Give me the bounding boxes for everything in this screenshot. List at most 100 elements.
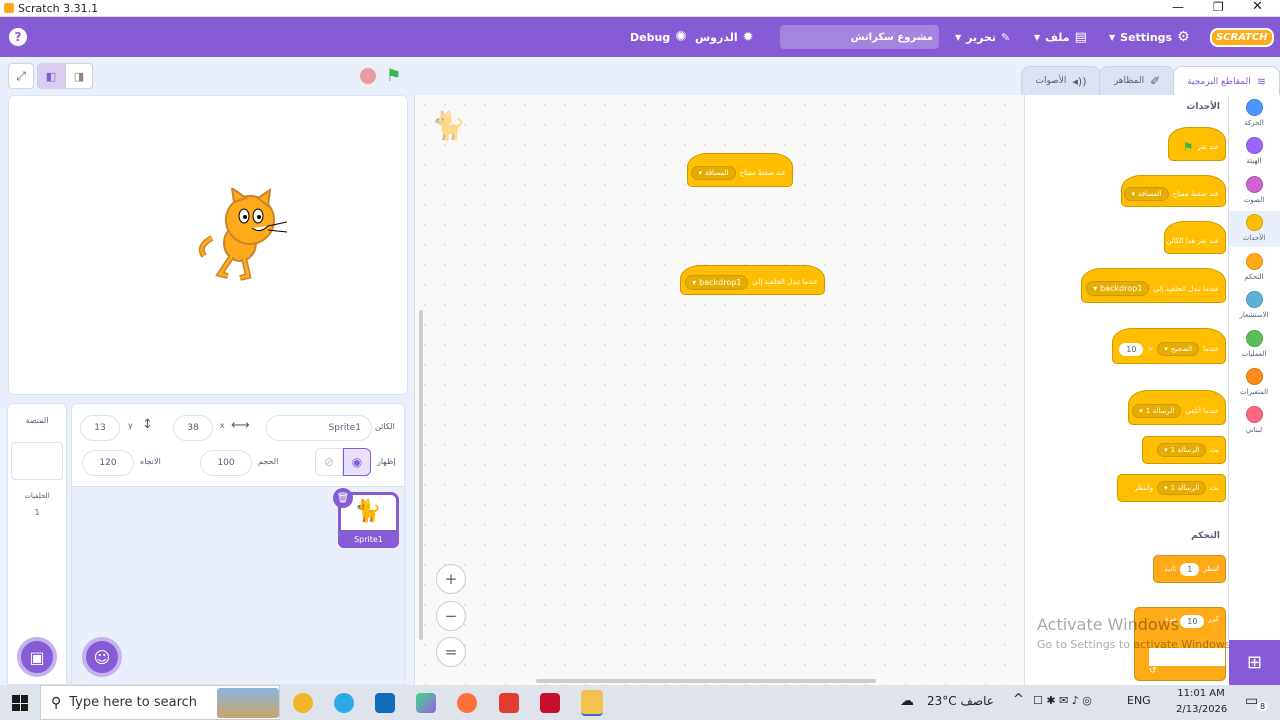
palette-broadcast-wait-block[interactable]: بث ▾ الرسالة 1 وانتظر xyxy=(1117,474,1226,502)
vertical-scrollbar[interactable] xyxy=(419,310,423,640)
repeat-label: كرر xyxy=(1208,615,1219,623)
fullscreen-button[interactable]: ⤢ xyxy=(8,63,34,89)
workspace-when-backdrop-block[interactable]: عندما تبدل الخلفية إلى ▾ backdrop1 xyxy=(680,265,825,295)
stop-button[interactable] xyxy=(360,68,376,84)
chevron-down-icon: ▼ xyxy=(955,32,962,42)
workspace-backdrop-dropdown[interactable]: ▾ backdrop1 xyxy=(685,274,749,290)
autocad-icon[interactable] xyxy=(540,693,560,713)
choose-sprite-button[interactable]: ☺ xyxy=(82,637,122,677)
cat-sprite-icon[interactable] xyxy=(192,188,288,283)
scratch-logo[interactable]: SCRATCH xyxy=(1210,17,1274,57)
chevron-down-icon: ▾ xyxy=(1164,345,1168,353)
zoom-in-button[interactable]: + xyxy=(436,564,466,594)
category-label: الحركة xyxy=(1244,119,1264,127)
help-button[interactable]: ? xyxy=(9,17,27,57)
palette-broadcast-block[interactable]: بث ▾ الرسالة 1 xyxy=(1142,436,1226,464)
category-2[interactable]: الصوت xyxy=(1228,176,1280,204)
close-icon[interactable]: ✕ xyxy=(1252,0,1263,14)
file-menu[interactable]: ▼ ملف ▤ xyxy=(1034,17,1087,57)
category-4[interactable]: التحكم xyxy=(1228,253,1280,281)
workspace-key-dropdown[interactable]: ▾ المسافة xyxy=(691,166,736,180)
category-3[interactable]: الأحداث xyxy=(1228,214,1280,242)
zoom-out-button[interactable]: − xyxy=(436,601,466,631)
firefox-icon[interactable] xyxy=(457,693,477,713)
tab-costumes[interactable]: المظاهر ✐ xyxy=(1099,66,1175,95)
language-indicator[interactable]: ENG xyxy=(1127,694,1151,707)
palette-when-sprite-clicked-block[interactable]: عند نقر هذا الكائن xyxy=(1164,221,1226,254)
tab-sounds[interactable]: الأصوات ◂)) xyxy=(1021,66,1101,95)
key-dropdown[interactable]: ▾ المسافة xyxy=(1124,187,1169,201)
taskbar-search-box[interactable]: ⚲ Type here to search xyxy=(40,685,280,720)
choose-backdrop-button[interactable]: ▣ xyxy=(17,637,57,677)
zoom-reset-button[interactable]: = xyxy=(436,637,466,667)
events-heading: الأحداث xyxy=(1186,102,1220,112)
expand-icon: ⤢ xyxy=(16,68,26,83)
outlook-icon[interactable] xyxy=(375,693,395,713)
debug-button[interactable]: Debug ✺ xyxy=(630,17,687,57)
direction-input[interactable]: 120 xyxy=(82,450,134,476)
palette-when-greater-block[interactable]: عندما ▾ الضجيج > 10 xyxy=(1112,328,1226,364)
delete-sprite-button[interactable]: 🗑 xyxy=(333,488,353,508)
hide-button[interactable]: ⊘ xyxy=(315,448,343,476)
category-label: الهيئة xyxy=(1246,157,1262,165)
tray-icons[interactable]: ☐ ✱ ✉ ♪ ◎ xyxy=(1033,694,1092,707)
settings-menu[interactable]: ▼ Settings ⚙ xyxy=(1109,17,1190,57)
clock-date[interactable]: 2/13/2026 xyxy=(1176,704,1227,715)
backdrop-dropdown[interactable]: ▾ backdrop1 xyxy=(1086,281,1150,296)
show-visible-button[interactable]: ◉ xyxy=(343,448,371,476)
scratch-taskbar-icon[interactable] xyxy=(581,690,603,716)
workspace-when-key-block[interactable]: عند ضغط مفتاح ▾ المسافة xyxy=(687,153,793,187)
category-0[interactable]: الحركة xyxy=(1228,99,1280,127)
broadcast-wait-dropdown[interactable]: ▾ الرسالة 1 xyxy=(1157,481,1207,495)
edit-menu[interactable]: ▼ تحرير ✎ xyxy=(955,17,1010,57)
category-6[interactable]: العمليات xyxy=(1228,330,1280,358)
stage-canvas[interactable] xyxy=(8,95,408,395)
category-label: الاستشعار xyxy=(1239,311,1269,319)
code-icon: ≋ xyxy=(1256,75,1266,88)
broadcast-message-dropdown[interactable]: ▾ الرسالة 1 xyxy=(1157,443,1207,457)
clock-time[interactable]: 11:01 AM xyxy=(1176,688,1226,699)
receive-message-dropdown[interactable]: ▾ الرسالة 1 xyxy=(1132,403,1182,418)
windows-start-icon[interactable] xyxy=(12,695,28,711)
extension-button[interactable]: ⊞ xyxy=(1229,640,1280,685)
copilot-icon[interactable] xyxy=(416,693,436,713)
weather-text[interactable]: 23°C عاصف xyxy=(927,694,994,708)
repeat-value-input[interactable]: 10 xyxy=(1180,615,1205,628)
palette-when-key-block[interactable]: عند ضغط مفتاح ▾ المسافة xyxy=(1121,175,1226,207)
tray-chevron-icon[interactable]: ^ xyxy=(1013,692,1024,707)
palette-when-flag-block[interactable]: عند نقر ⚑ xyxy=(1168,127,1226,161)
tab-code[interactable]: المقاطع البرمجية ≋ xyxy=(1173,66,1280,96)
green-flag-button[interactable]: ⚑ xyxy=(386,66,401,86)
category-7[interactable]: المتغيرات xyxy=(1228,368,1280,396)
sprite-name-input[interactable]: Sprite1 xyxy=(266,415,372,441)
greater-value-input[interactable]: 10 xyxy=(1119,342,1144,356)
palette-when-receive-block[interactable]: عندما أتلقى ▾ الرسالة 1 xyxy=(1128,390,1226,425)
x-input[interactable]: 38 xyxy=(173,415,213,441)
size-input[interactable]: 100 xyxy=(200,450,252,476)
telegram-icon[interactable] xyxy=(334,693,354,713)
when-receive-label: عندما أتلقى xyxy=(1185,406,1219,415)
code-workspace[interactable]: 🐈 عند ضغط مفتاح ▾ المسافة عندما تبدل الخل… xyxy=(414,95,1030,685)
chevron-down-icon: ▾ xyxy=(692,277,697,287)
project-title-input[interactable]: مشروع سكراتش xyxy=(780,25,939,49)
category-5[interactable]: الاستشعار xyxy=(1228,291,1280,319)
backdrops-count: 1 xyxy=(34,508,40,517)
small-stage-button[interactable]: ◧ xyxy=(37,63,65,89)
stage-thumbnail[interactable] xyxy=(11,442,63,480)
minimize-icon[interactable]: — xyxy=(1172,0,1184,14)
category-dot-icon xyxy=(1245,214,1263,231)
horizontal-scrollbar[interactable] xyxy=(536,679,876,683)
tutorials-button[interactable]: الدروس ✹ xyxy=(695,17,754,57)
restore-icon[interactable]: ❐ xyxy=(1213,0,1224,14)
palette-when-backdrop-block[interactable]: عندما تبدل الخلفية إلى ▾ backdrop1 xyxy=(1081,268,1226,303)
browser-app-icon[interactable] xyxy=(293,693,313,713)
wps-icon[interactable] xyxy=(499,693,519,713)
loudness-dropdown[interactable]: ▾ الضجيج xyxy=(1157,342,1200,356)
palette-wait-block[interactable]: انتظر 1 ثانية xyxy=(1153,555,1226,583)
category-1[interactable]: الهيئة xyxy=(1228,137,1280,165)
wait-unit: ثانية xyxy=(1164,565,1177,573)
large-stage-button[interactable]: ◨ xyxy=(65,63,93,89)
wait-value-input[interactable]: 1 xyxy=(1180,562,1200,576)
y-input[interactable]: 13 xyxy=(80,415,120,441)
category-8[interactable]: لبناتي xyxy=(1228,406,1280,434)
